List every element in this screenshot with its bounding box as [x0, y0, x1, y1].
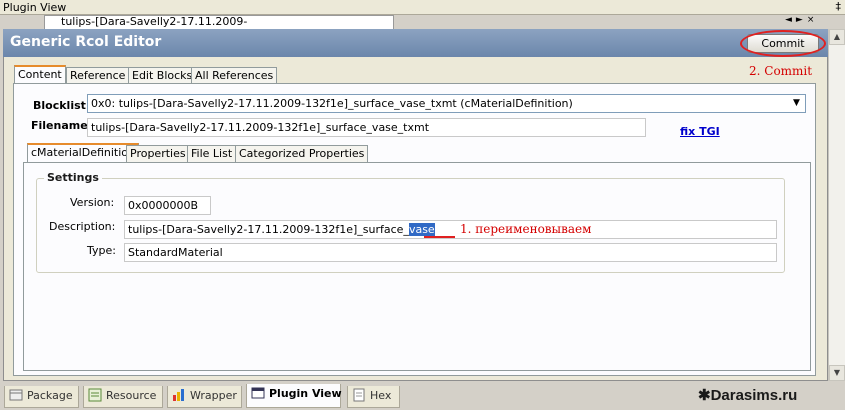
editor-title: Generic Rcol Editor	[10, 34, 162, 50]
plugin-view-icon	[251, 387, 265, 399]
commit-highlight-circle	[740, 30, 826, 57]
blocklist-label: Blocklist:	[33, 99, 91, 112]
chevron-down-icon[interactable]: ▼	[789, 96, 804, 111]
commit-annotation: 2. Commit	[749, 64, 813, 78]
hex-icon	[353, 388, 365, 402]
bottom-tab-plugin-view[interactable]: Plugin View	[246, 384, 342, 408]
filename-value: tulips-[Dara-Savelly2-17.11.2009-132f1e]…	[91, 121, 430, 134]
scroll-up-icon[interactable]: ▲	[829, 29, 845, 45]
tab-file-list[interactable]: File List	[187, 145, 237, 162]
blocklist-dropdown[interactable]: 0x0: tulips-[Dara-Savelly2-17.11.2009-13…	[87, 94, 806, 113]
type-label: Type:	[87, 244, 116, 257]
type-value: StandardMaterial	[128, 246, 223, 259]
settings-legend: Settings	[44, 171, 102, 184]
scroll-down-icon[interactable]: ▼	[829, 365, 845, 381]
document-tab-label: tulips-[Dara-Savelly2-17.11.2009-132f1e]…	[61, 15, 248, 29]
bottom-tab-package[interactable]: Package	[4, 386, 79, 408]
bottom-tab-label: Package	[27, 389, 73, 402]
tab-edit-blocks[interactable]: Edit Blocks	[128, 67, 197, 84]
watermark-logo: ✱Darasims.ru	[698, 387, 798, 404]
blocklist-value: 0x0: tulips-[Dara-Savelly2-17.11.2009-13…	[91, 97, 573, 110]
tab-all-references[interactable]: All References	[191, 67, 278, 84]
resource-icon	[88, 388, 102, 402]
bottom-tab-hex[interactable]: Hex	[347, 386, 400, 408]
tab-properties[interactable]: Properties	[126, 145, 190, 162]
document-tab[interactable]: tulips-[Dara-Savelly2-17.11.2009-132f1e]…	[44, 15, 394, 29]
description-label: Description:	[49, 220, 116, 233]
pin-icon[interactable]: ‡	[836, 0, 842, 13]
version-value: 0x0000000B	[128, 199, 199, 212]
bottom-tab-label: Resource	[106, 389, 157, 402]
version-label: Version:	[70, 196, 115, 209]
tab-nav-icons[interactable]: ◄►×	[785, 15, 818, 25]
package-icon	[9, 389, 23, 401]
bottom-tab-label: Hex	[370, 389, 392, 402]
description-value: tulips-[Dara-Savelly2-17.11.2009-132f1e]…	[128, 223, 409, 236]
wrapper-icon	[173, 389, 184, 401]
tab-cmaterialdefinition[interactable]: cMaterialDefinition	[27, 143, 140, 162]
tab-categorized-properties[interactable]: Categorized Properties	[235, 145, 369, 162]
version-field[interactable]: 0x0000000B	[124, 196, 211, 215]
filename-label: Filename:	[31, 119, 93, 132]
rename-underline	[424, 236, 455, 238]
bottom-tab-label: Wrapper	[190, 389, 237, 402]
bottom-tab-wrapper[interactable]: Wrapper	[167, 386, 242, 408]
panel-title-bar	[0, 0, 845, 15]
vertical-scrollbar[interactable]: ▲ ▼	[828, 29, 845, 381]
tab-content[interactable]: Content	[14, 65, 66, 84]
panel-title: Plugin View	[3, 1, 67, 14]
description-selected-text: vase	[408, 223, 435, 236]
filename-field[interactable]: tulips-[Dara-Savelly2-17.11.2009-132f1e]…	[87, 118, 646, 137]
tab-reference[interactable]: Reference	[66, 67, 130, 84]
fix-tgi-link[interactable]: fix TGI	[680, 125, 720, 138]
bottom-tab-resource[interactable]: Resource	[83, 386, 163, 408]
rename-annotation: 1. переименовываем	[460, 222, 592, 236]
bottom-tab-label: Plugin View	[269, 387, 342, 400]
type-field[interactable]: StandardMaterial	[124, 243, 777, 262]
